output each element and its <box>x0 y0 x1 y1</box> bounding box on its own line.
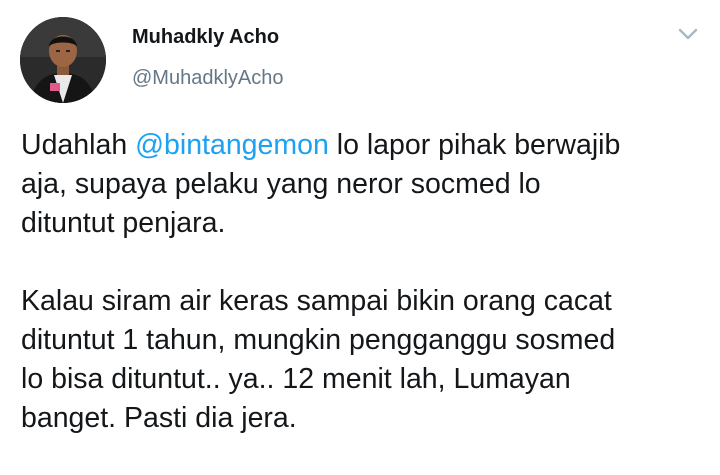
tweet-paragraph-1: Udahlah @bintangemon lo lapor pihak berw… <box>21 126 711 243</box>
tweet-card: Muhadkly Acho @MuhadklyAcho Udahlah @bin… <box>0 0 720 475</box>
tweet-paragraph-2: Kalau siram air keras sampai bikin orang… <box>21 285 616 434</box>
avatar[interactable] <box>20 17 106 103</box>
avatar-image <box>20 17 106 103</box>
author-handle[interactable]: @MuhadklyAcho <box>132 67 283 90</box>
author-display-name[interactable]: Muhadkly Acho <box>132 26 279 49</box>
tweet-text-lead: Udahlah <box>21 129 136 161</box>
mention-link[interactable]: @bintangemon <box>135 129 329 161</box>
chevron-down-icon[interactable] <box>677 26 699 42</box>
tweet-text: Udahlah @bintangemon lo lapor pihak berw… <box>21 126 711 438</box>
